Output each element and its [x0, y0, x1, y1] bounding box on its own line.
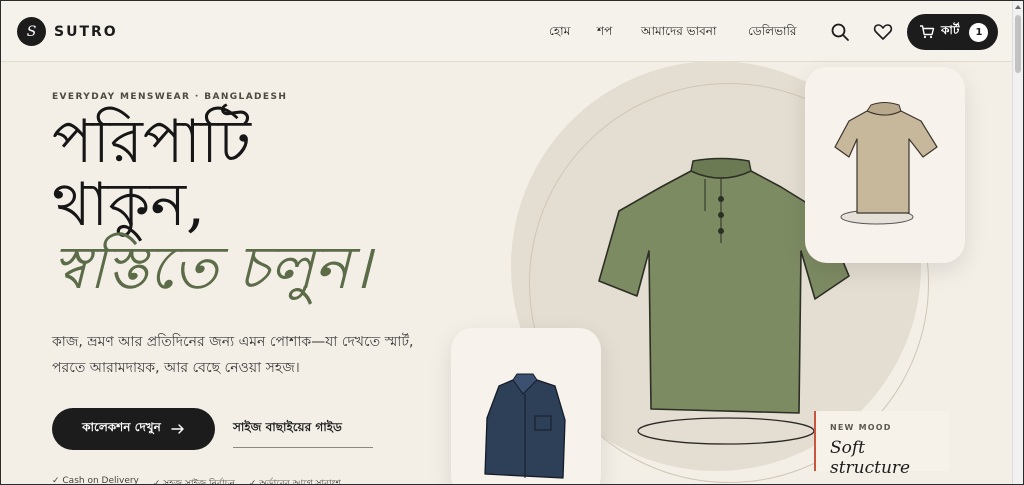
- nav-delivery[interactable]: ডেলিভারি: [748, 23, 797, 43]
- size-guide-link[interactable]: সাইজ বাছাইয়ের গাইড: [233, 419, 373, 448]
- mood-tag: NEW MOOD Soft structure: [814, 411, 949, 478]
- scrollbar-thumb[interactable]: [1015, 15, 1021, 73]
- search-icon[interactable]: [829, 21, 851, 43]
- cart-button[interactable]: কার্ট 1: [907, 14, 998, 50]
- brand-name: SUTRO: [54, 23, 118, 40]
- site-header: S SUTRO হোম শপ আমাদের ভাবনা ডেলিভারি কার…: [1, 1, 1013, 62]
- page-scrollbar[interactable]: [1012, 1, 1023, 484]
- page: S SUTRO হোম শপ আমাদের ভাবনা ডেলিভারি কার…: [0, 0, 1024, 485]
- feature-list: ✓ Cash on Delivery ✓ সহজ সাইজ নির্বাচন ✓…: [52, 476, 341, 485]
- brand-logo[interactable]: S SUTRO: [17, 17, 118, 46]
- feature-cod: ✓ Cash on Delivery: [52, 476, 139, 485]
- cart-icon: [920, 25, 935, 39]
- feature-order-summary: ✓ অর্ডারের আগে সারাংশ: [248, 479, 341, 485]
- feature-easy-size: ✓ সহজ সাইজ নির্বাচন: [152, 479, 235, 485]
- product-card-navy[interactable]: [451, 328, 601, 484]
- view-collection-button[interactable]: কালেকশন দেখুন: [52, 408, 215, 450]
- product-card-beige[interactable]: [805, 67, 965, 263]
- beige-shirt-image: [834, 102, 938, 225]
- mood-title: Soft structure: [830, 438, 911, 478]
- cart-label: কার্ট: [941, 23, 960, 37]
- headline-line-2: থাকুন,: [52, 170, 206, 240]
- scroll-up-arrow-icon[interactable]: [1015, 5, 1021, 9]
- nav-our-idea[interactable]: আমাদের ভাবনা: [641, 23, 716, 43]
- cart-count-badge: 1: [969, 22, 989, 42]
- view-collection-label: কালেকশন দেখুন: [82, 420, 161, 434]
- hero-eyebrow: EVERYDAY MENSWEAR · BANGLADESH: [52, 92, 288, 102]
- nav-shop[interactable]: শপ: [597, 23, 612, 43]
- hero-headline: পরিপাটি থাকুন, স্বস্তিতে চলুন।: [52, 111, 371, 300]
- headline-line-3: স্বস্তিতে চলুন।: [52, 233, 372, 303]
- arrow-right-icon: [171, 424, 184, 434]
- navy-shirt-image: [484, 373, 566, 479]
- mood-label: NEW MOOD: [830, 423, 892, 432]
- logo-mark: S: [17, 17, 46, 46]
- nav-home[interactable]: হোম: [549, 23, 570, 43]
- hero-description: কাজ, ভ্রমণ আর প্রতিদিনের জন্য এমন পোশাক—…: [52, 334, 414, 376]
- heart-icon[interactable]: [872, 21, 894, 43]
- headline-line-1: পরিপাটি: [52, 107, 251, 177]
